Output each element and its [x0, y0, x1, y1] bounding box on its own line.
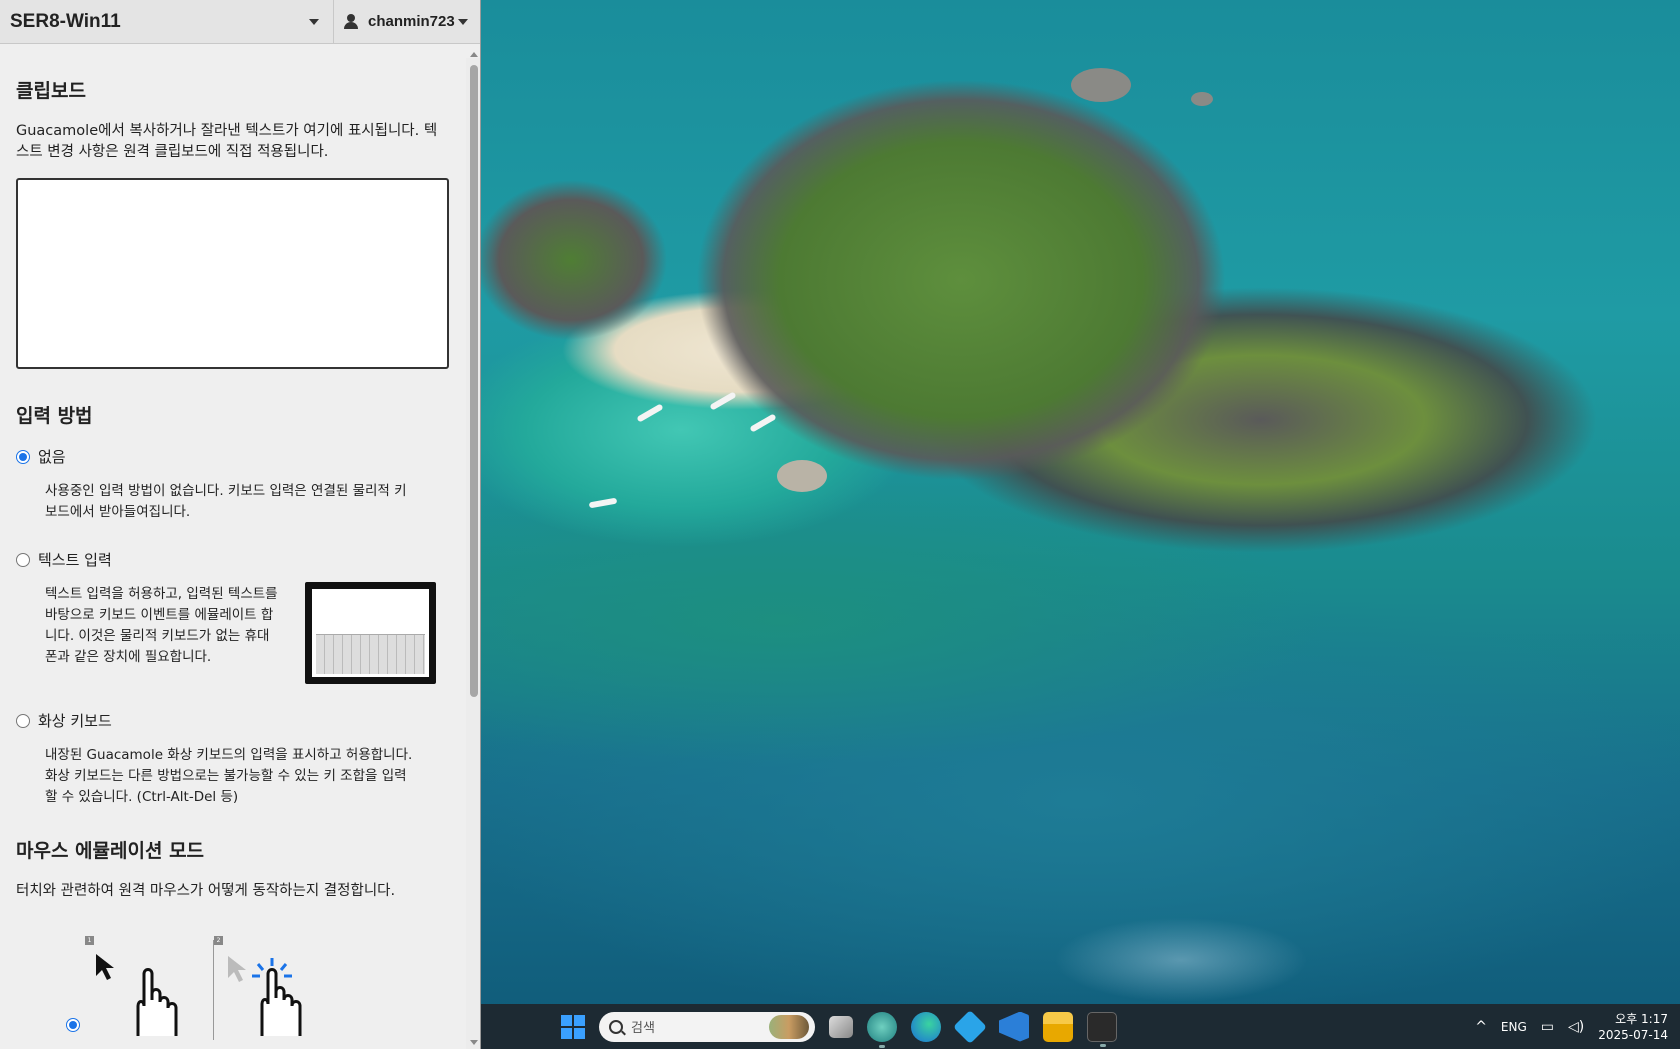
connection-name: SER8-Win11	[10, 10, 121, 32]
app-icon[interactable]	[953, 1009, 987, 1044]
app-icon[interactable]	[867, 1011, 897, 1048]
chevron-up-icon[interactable]: ^	[1475, 1019, 1487, 1035]
terminal-icon[interactable]	[1087, 1011, 1117, 1047]
clock-time: 오후 1:17	[1615, 1011, 1668, 1026]
wallpaper-rock	[1071, 68, 1131, 102]
search-highlight-image	[769, 1014, 809, 1039]
edge-browser-icon[interactable]	[911, 1011, 941, 1042]
system-tray: ^ ENG ▭ ◁) 오후 1:17 2025-07-14	[1475, 1004, 1680, 1049]
network-icon[interactable]: ▭	[1541, 1019, 1554, 1035]
mode-badge-2: 2	[214, 936, 223, 945]
cursor-icon	[96, 954, 114, 980]
divider	[213, 940, 214, 1040]
hand-pointer-icon	[136, 968, 178, 1036]
chevron-down-icon	[458, 18, 468, 25]
input-method-none-label: 없음	[38, 448, 66, 466]
wallpaper-boat	[749, 413, 777, 433]
taskbar: 검색 ^ ENG ▭ ◁) 오후 1:17 2025-07-14	[481, 1004, 1680, 1049]
input-method-osk-description: 내장된 Guacamole 화상 키보드의 입력을 표시하고 허용합니다. 화상…	[45, 747, 413, 805]
input-method-none-description: 사용중인 입력 방법이 없습니다. 키보드 입력은 연결된 물리적 키보드에서 …	[45, 483, 407, 520]
wallpaper-boat	[709, 391, 737, 411]
scroll-up-arrow[interactable]	[470, 52, 478, 57]
menu-content[interactable]: 클립보드 Guacamole에서 복사하거나 잘라낸 텍스트가 여기에 표시됩니…	[0, 44, 466, 1049]
search-icon	[609, 1019, 623, 1034]
input-method-osk-option[interactable]: 화상 키보드	[16, 710, 450, 731]
guacamole-menu-panel: SER8-Win11 chanmin723 클립보드 Guacamole에서 복…	[0, 0, 481, 1049]
language-indicator[interactable]: ENG	[1501, 1020, 1527, 1034]
vscode-icon[interactable]	[999, 1011, 1029, 1042]
input-method-title: 입력 방법	[16, 405, 93, 427]
panel-header: SER8-Win11 chanmin723	[0, 0, 480, 44]
clipboard-textarea[interactable]	[16, 178, 449, 369]
user-icon	[344, 14, 358, 29]
hand-tap-icon	[252, 958, 302, 1036]
input-method-none: 없음 사용중인 입력 방법이 없습니다. 키보드 입력은 연결된 물리적 키보드…	[16, 446, 450, 523]
clipboard-description: Guacamole에서 복사하거나 잘라낸 텍스트가 여기에 표시됩니다. 텍스…	[16, 123, 438, 160]
input-method-osk-label: 화상 키보드	[38, 712, 112, 730]
wallpaper-rock	[777, 460, 827, 492]
file-explorer-icon[interactable]	[1043, 1011, 1073, 1042]
input-method-osk: 화상 키보드 내장된 Guacamole 화상 키보드의 입력을 표시하고 허용…	[16, 710, 450, 808]
radio-on-screen-keyboard[interactable]	[16, 713, 30, 728]
clock[interactable]: 오후 1:17 2025-07-14	[1598, 1011, 1668, 1043]
panel-scrollbar[interactable]	[466, 52, 480, 1049]
mode-badge-1: 1	[85, 936, 94, 945]
scrollbar-thumb[interactable]	[470, 65, 478, 697]
mouse-mode-illustrations: 1 2	[16, 926, 450, 1040]
input-method-text-label: 텍스트 입력	[38, 551, 112, 569]
radio-mouse-mode-absolute[interactable]	[66, 1018, 80, 1032]
mouse-mode-title: 마우스 에뮬레이션 모드	[16, 840, 205, 862]
radio-text-input[interactable]	[16, 552, 30, 567]
taskbar-search[interactable]: 검색	[599, 1011, 815, 1042]
input-method-none-option[interactable]: 없음	[16, 446, 450, 467]
wallpaper-boat	[636, 403, 664, 423]
mouse-mode-description: 터치와 관련하여 원격 마우스가 어떻게 동작하는지 결정합니다.	[16, 883, 396, 899]
input-method-text: 텍스트 입력 텍스트 입력을 허용하고, 입력된 텍스트를 바탕으로 키보드 이…	[16, 549, 450, 684]
tablet-keyboard-illustration	[305, 582, 436, 684]
chevron-down-icon	[309, 18, 319, 25]
user-menu[interactable]: chanmin723	[334, 0, 480, 43]
task-view-icon[interactable]	[829, 1015, 853, 1038]
clipboard-title: 클립보드	[16, 80, 86, 102]
remote-desktop-wallpaper[interactable]	[481, 0, 1680, 1049]
username: chanmin723	[368, 13, 455, 30]
scroll-down-arrow[interactable]	[470, 1040, 478, 1045]
search-placeholder: 검색	[631, 1021, 655, 1036]
volume-icon[interactable]: ◁)	[1568, 1019, 1584, 1035]
input-method-text-option[interactable]: 텍스트 입력	[16, 549, 450, 570]
radio-none[interactable]	[16, 449, 30, 464]
connection-menu[interactable]: SER8-Win11	[0, 0, 334, 43]
windows-start-icon[interactable]	[561, 1014, 585, 1039]
input-method-text-description: 텍스트 입력을 허용하고, 입력된 텍스트를 바탕으로 키보드 이벤트를 에뮬레…	[45, 586, 278, 665]
wallpaper-rock	[1191, 92, 1213, 106]
clock-date: 2025-07-14	[1598, 1027, 1668, 1042]
wallpaper-boat	[588, 497, 618, 509]
